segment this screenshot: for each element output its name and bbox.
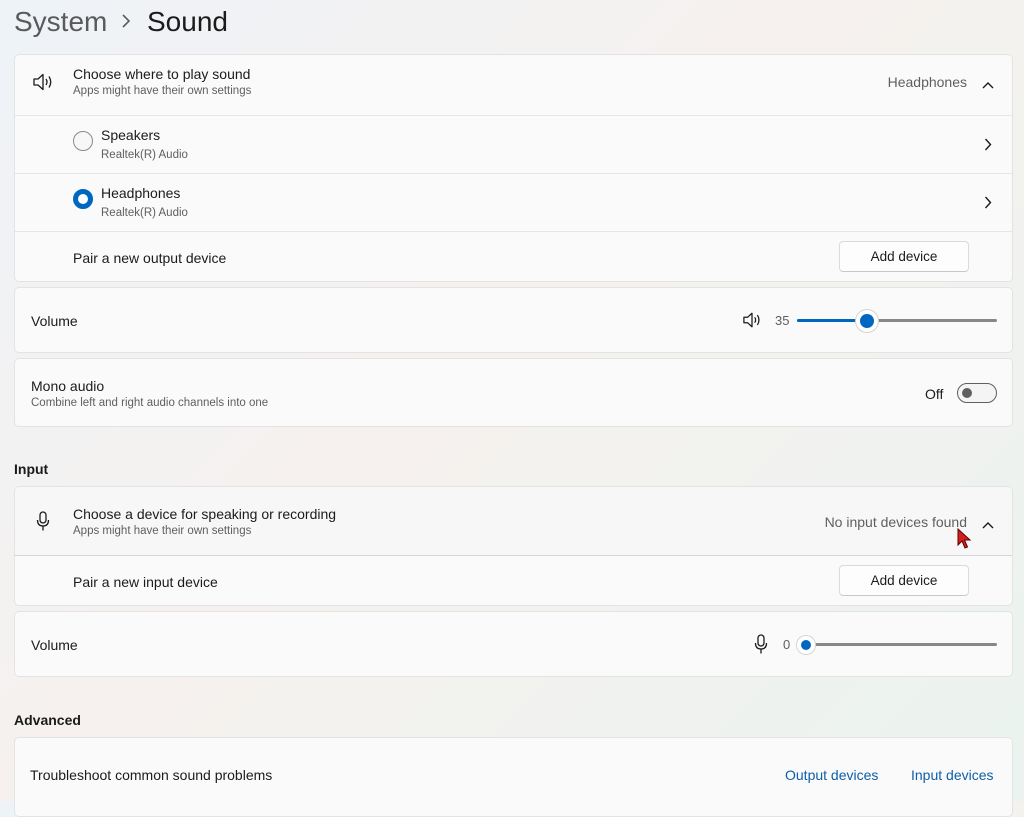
microphone-icon[interactable] — [754, 634, 768, 660]
output-devices-link[interactable]: Output devices — [785, 767, 878, 783]
output-volume-fill — [797, 319, 867, 322]
device-driver: Realtek(R) Audio — [101, 149, 188, 161]
mono-audio-sub: Combine left and right audio channels in… — [31, 397, 269, 409]
output-device-header[interactable]: Choose where to play sound Apps might ha… — [15, 55, 1012, 115]
add-input-device-button[interactable]: Add device — [839, 565, 969, 596]
mono-audio-state: Off — [925, 386, 944, 402]
toggle-knob — [962, 388, 972, 398]
output-device-card: Choose where to play sound Apps might ha… — [14, 54, 1013, 282]
input-device-card: Choose a device for speaking or recordin… — [14, 486, 1013, 606]
output-volume-card: Volume 35 — [14, 287, 1013, 353]
input-volume-label: Volume — [31, 637, 78, 653]
output-volume-label: Volume — [31, 313, 78, 329]
chevron-right-icon[interactable] — [984, 196, 992, 214]
cursor-icon — [956, 527, 972, 555]
advanced-section-heading: Advanced — [14, 712, 81, 728]
mono-audio-title: Mono audio — [31, 378, 105, 394]
mono-audio-toggle[interactable] — [957, 383, 997, 403]
input-device-status: No input devices found — [824, 514, 967, 530]
device-name: Headphones — [101, 185, 181, 201]
page-title: Sound — [147, 6, 228, 37]
divider — [15, 555, 1012, 556]
breadcrumb: System Sound — [14, 6, 414, 42]
device-name: Speakers — [101, 127, 161, 143]
input-volume-value: 0 — [783, 637, 791, 652]
device-row-headphones[interactable]: Headphones Realtek(R) Audio — [15, 174, 1012, 231]
input-section-heading: Input — [14, 461, 49, 477]
chevron-right-icon[interactable] — [984, 138, 992, 156]
device-row-speakers[interactable]: Speakers Realtek(R) Audio — [15, 116, 1012, 173]
speaker-icon — [32, 72, 54, 97]
input-devices-link[interactable]: Input devices — [911, 767, 994, 783]
headphones-radio[interactable] — [73, 189, 93, 209]
chevron-up-icon[interactable] — [982, 76, 994, 94]
input-volume-card: Volume 0 — [14, 611, 1013, 677]
microphone-icon — [36, 511, 50, 537]
troubleshoot-card: Troubleshoot common sound problems Outpu… — [14, 737, 1013, 817]
add-output-device-button[interactable]: Add device — [839, 241, 969, 272]
device-driver: Realtek(R) Audio — [101, 207, 188, 219]
speakers-radio[interactable] — [73, 131, 93, 151]
output-volume-thumb[interactable] — [860, 313, 874, 328]
pair-input-label: Pair a new input device — [73, 574, 218, 590]
output-header-sub: Apps might have their own settings — [73, 85, 252, 97]
input-header-title: Choose a device for speaking or recordin… — [73, 506, 337, 522]
speaker-icon[interactable] — [742, 311, 762, 334]
output-header-title: Choose where to play sound — [73, 66, 251, 82]
input-volume-slider[interactable] — [801, 639, 997, 650]
chevron-right-icon — [120, 14, 132, 33]
breadcrumb-parent[interactable]: System — [14, 6, 107, 38]
troubleshoot-label: Troubleshoot common sound problems — [30, 767, 273, 783]
output-volume-slider[interactable] — [797, 313, 997, 328]
divider — [15, 231, 1012, 232]
chevron-up-icon[interactable] — [982, 516, 994, 534]
output-selected-device: Headphones — [887, 74, 967, 90]
mono-audio-card: Mono audio Combine left and right audio … — [14, 358, 1013, 427]
input-device-header[interactable]: Choose a device for speaking or recordin… — [15, 487, 1012, 555]
pair-output-label: Pair a new output device — [73, 250, 227, 266]
input-volume-thumb[interactable] — [801, 639, 811, 650]
input-header-sub: Apps might have their own settings — [73, 525, 252, 537]
output-volume-value: 35 — [775, 313, 790, 328]
